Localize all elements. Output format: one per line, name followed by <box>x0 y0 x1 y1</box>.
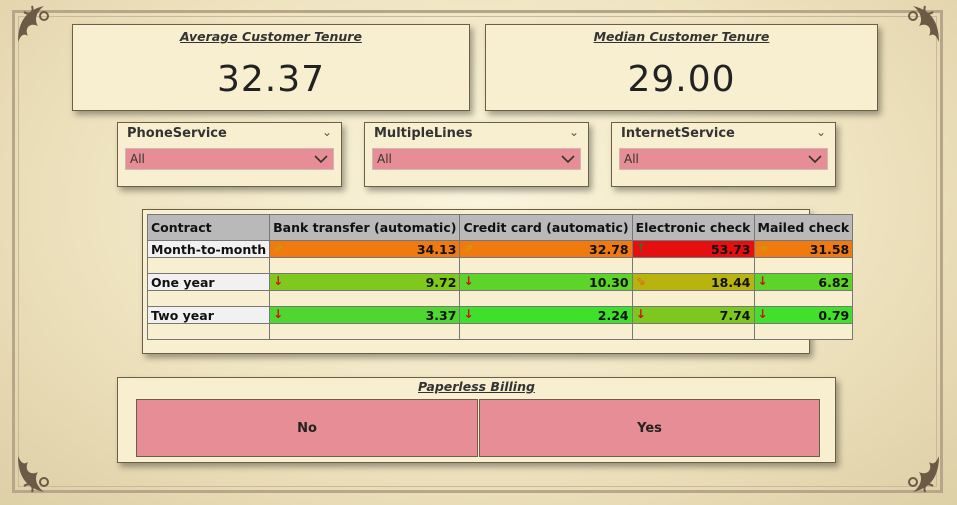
corner-ornament-icon <box>899 2 943 46</box>
chevron-down-icon <box>561 155 575 164</box>
corner-ornament-icon <box>899 452 943 496</box>
matrix-spacer-row <box>146 323 854 340</box>
matrix-column-header[interactable]: Electronic check <box>631 214 755 241</box>
matrix-cell[interactable]: ↓ 3.37 <box>269 306 461 324</box>
matrix-cell[interactable]: ↓ 0.79 <box>753 306 854 324</box>
matrix-cell-value: 0.79 <box>818 307 850 323</box>
matrix-cell-value: 18.44 <box>710 274 751 290</box>
matrix-row-header[interactable]: Two year <box>146 306 271 324</box>
slicer-label: InternetService <box>621 126 735 141</box>
kpi-value: 32.37 <box>216 59 326 100</box>
matrix-cell-value: 34.13 <box>416 241 457 257</box>
matrix-cell-value: 32.78 <box>589 241 629 257</box>
slicer-phoneservice: PhoneService ⌄ All <box>117 122 342 187</box>
matrix-cell-value: 31.58 <box>809 241 850 257</box>
corner-ornament-icon <box>14 2 58 46</box>
arrow-up-right-icon: ⇗ <box>463 241 474 255</box>
arrow-down-icon: ↓ <box>273 307 284 321</box>
slicer-dropdown[interactable]: All <box>372 148 581 170</box>
kpi-card-average-tenure: Average Customer Tenure 32.37 <box>72 24 470 111</box>
matrix-row-header[interactable]: Month-to-month <box>146 240 271 258</box>
matrix-column-header[interactable]: Bank transfer (automatic) <box>269 214 461 241</box>
matrix-row: Month-to-month ⇗ 34.13 ⇗ 32.78 ↑ 53.73 ⇒ 31.… <box>146 240 854 258</box>
arrow-down-icon: ↓ <box>463 274 474 288</box>
matrix-cell[interactable]: ↓ 9.72 <box>269 273 461 291</box>
paperless-option-yes[interactable]: Yes <box>479 399 820 457</box>
chevron-down-icon[interactable]: ⌄ <box>816 125 826 139</box>
matrix-cell[interactable]: ↓ 10.30 <box>459 273 633 291</box>
arrow-up-icon: ↑ <box>635 241 646 255</box>
kpi-value: 29.00 <box>627 59 736 100</box>
matrix-cell[interactable]: ⇗ 34.13 <box>269 240 461 258</box>
slicer-dropdown[interactable]: All <box>619 148 828 170</box>
slicer-dropdown[interactable]: All <box>125 148 334 170</box>
slicer-selected-value: All <box>377 152 392 166</box>
paperless-option-no[interactable]: No <box>136 399 478 457</box>
kpi-title: Average Customer Tenure <box>180 29 362 44</box>
arrow-down-icon: ↓ <box>757 274 768 288</box>
contract-payment-matrix: Contract Bank transfer (automatic) Credi… <box>142 209 854 354</box>
chevron-down-icon[interactable]: ⌄ <box>322 125 332 139</box>
matrix-cell[interactable]: ↑ 53.73 <box>631 240 755 258</box>
arrow-down-icon: ↓ <box>757 307 768 321</box>
matrix-cell-value: 2.24 <box>597 307 629 323</box>
slicer-label: MultipleLines <box>374 126 473 141</box>
chevron-down-icon[interactable]: ⌄ <box>569 125 579 139</box>
arrow-down-right-icon: ⇘ <box>635 274 646 288</box>
matrix-spacer-row <box>146 290 854 307</box>
slicer-label: PhoneService <box>127 126 227 141</box>
arrow-up-right-icon: ⇗ <box>273 241 284 255</box>
matrix-table: Contract Bank transfer (automatic) Credi… <box>146 214 854 340</box>
arrow-down-icon: ↓ <box>463 307 474 321</box>
matrix-cell[interactable]: ⇘ 18.44 <box>631 273 755 291</box>
arrow-down-icon: ↓ <box>273 274 284 288</box>
matrix-cell[interactable]: ↓ 7.74 <box>631 306 755 324</box>
chevron-down-icon <box>808 155 822 164</box>
matrix-column-header[interactable]: Credit card (automatic) <box>459 214 633 241</box>
matrix-cell-value: 9.72 <box>425 274 457 290</box>
matrix-cell-value: 53.73 <box>710 241 751 257</box>
matrix-cell[interactable]: ⇗ 32.78 <box>459 240 633 258</box>
paperless-billing-title: Paperless Billing <box>418 379 535 394</box>
matrix-cell-value: 10.30 <box>589 274 629 290</box>
matrix-cell[interactable]: ↓ 6.82 <box>753 273 854 291</box>
kpi-title: Median Customer Tenure <box>593 29 770 44</box>
matrix-row: One year ↓ 9.72 ↓ 10.30 ⇘ 18.44 ↓ 6.82 <box>146 273 854 291</box>
matrix-spacer-row <box>146 257 854 274</box>
matrix-row: Two year ↓ 3.37 ↓ 2.24 ↓ 7.74 ↓ 0.79 <box>146 306 854 324</box>
arrow-right-icon: ⇒ <box>757 241 768 255</box>
matrix-row-header[interactable]: One year <box>146 273 271 291</box>
matrix-cell-value: 3.37 <box>425 307 457 323</box>
slicer-internetservice: InternetService ⌄ All <box>611 122 836 187</box>
arrow-down-icon: ↓ <box>635 307 646 321</box>
kpi-card-median-tenure: Median Customer Tenure 29.00 <box>485 24 878 111</box>
matrix-cell[interactable]: ⇒ 31.58 <box>753 240 854 258</box>
matrix-cell[interactable]: ↓ 2.24 <box>459 306 633 324</box>
slicer-multiplelines: MultipleLines ⌄ All <box>364 122 589 187</box>
slicer-selected-value: All <box>624 152 639 166</box>
matrix-cell-value: 7.74 <box>719 307 751 323</box>
chevron-down-icon <box>314 155 328 164</box>
paperless-billing-slicer: Paperless Billing No Yes <box>117 377 836 463</box>
matrix-cell-value: 6.82 <box>818 274 850 290</box>
matrix-corner-header[interactable]: Contract <box>146 214 271 241</box>
slicer-selected-value: All <box>130 152 145 166</box>
corner-ornament-icon <box>14 452 58 496</box>
matrix-column-header[interactable]: Mailed check <box>753 214 854 241</box>
